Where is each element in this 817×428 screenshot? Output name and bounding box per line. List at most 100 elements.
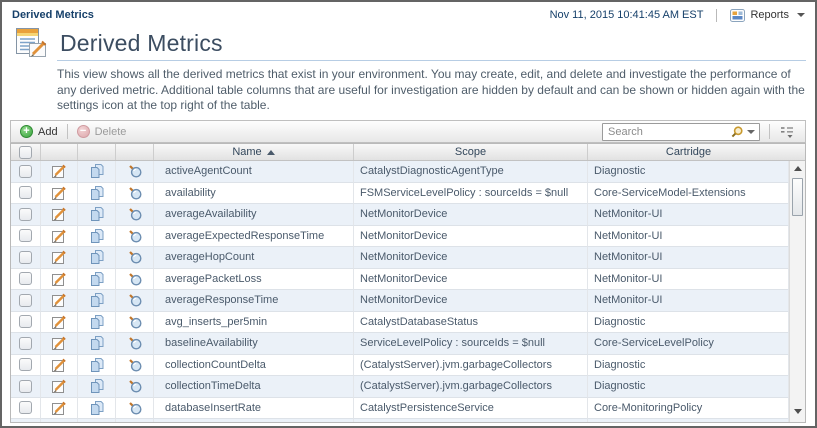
table-row: collectionTimeDelta (CatalystServer).jvm…: [11, 376, 789, 398]
row-checkbox-cell: [11, 419, 41, 422]
column-label: Cartridge: [666, 146, 711, 158]
row-checkbox[interactable]: [19, 401, 32, 414]
cell-scope: CatalystDatabaseStatus: [354, 312, 588, 334]
table-row: [11, 419, 789, 422]
cell-scope: ServiceLevelPolicy : sourceIds = $null: [354, 333, 588, 355]
view-magnifier-icon: [127, 249, 143, 265]
delete-button[interactable]: − Delete: [77, 125, 127, 138]
scrollbar-thumb[interactable]: [792, 178, 803, 216]
row-checkbox[interactable]: [19, 208, 32, 221]
cell-cartridge: Diagnostic: [588, 312, 789, 334]
column-header-scope[interactable]: Scope: [354, 144, 588, 160]
edit-button[interactable]: [41, 226, 78, 248]
view-button[interactable]: [116, 376, 154, 398]
cell-cartridge: NetMonitor-UI: [588, 290, 789, 312]
cell-cartridge: Diagnostic: [588, 161, 789, 183]
edit-pencil-icon: [51, 206, 67, 222]
edit-pencil-icon: [51, 228, 67, 244]
row-checkbox-cell: [11, 376, 41, 398]
row-checkbox[interactable]: [19, 251, 32, 264]
copy-button[interactable]: [78, 290, 116, 312]
view-button[interactable]: [116, 269, 154, 291]
cell-scope: NetMonitorDevice: [354, 204, 588, 226]
copy-button[interactable]: [78, 183, 116, 205]
copy-button[interactable]: [78, 398, 116, 420]
copy-pages-icon: [89, 185, 105, 201]
edit-pencil-icon: [51, 163, 67, 179]
reports-button[interactable]: Reports: [730, 9, 805, 22]
scroll-down-icon[interactable]: [794, 409, 802, 414]
edit-button[interactable]: [41, 247, 78, 269]
row-checkbox[interactable]: [19, 337, 32, 350]
scroll-up-icon[interactable]: [794, 166, 802, 171]
search-input[interactable]: [603, 126, 728, 138]
view-magnifier-icon: [127, 228, 143, 244]
copy-button[interactable]: [78, 312, 116, 334]
row-checkbox[interactable]: [19, 186, 32, 199]
derived-metrics-icon: [14, 27, 51, 59]
row-checkbox[interactable]: [19, 229, 32, 242]
copy-button[interactable]: [78, 419, 116, 422]
row-checkbox[interactable]: [19, 165, 32, 178]
reports-label: Reports: [750, 9, 789, 21]
copy-button[interactable]: [78, 355, 116, 377]
edit-button[interactable]: [41, 183, 78, 205]
cell-scope: FSMServiceLevelPolicy : sourceIds = $nul…: [354, 183, 588, 205]
search-options-button[interactable]: [728, 124, 759, 140]
row-checkbox-cell: [11, 183, 41, 205]
copy-button[interactable]: [78, 247, 116, 269]
row-checkbox-cell: [11, 204, 41, 226]
view-button[interactable]: [116, 312, 154, 334]
copy-button[interactable]: [78, 204, 116, 226]
edit-button[interactable]: [41, 398, 78, 420]
table-row: averageHopCount NetMonitorDevice NetMoni…: [11, 247, 789, 269]
view-button[interactable]: [116, 290, 154, 312]
table-settings-button[interactable]: [779, 125, 795, 139]
select-all-checkbox[interactable]: [19, 146, 32, 159]
copy-button[interactable]: [78, 376, 116, 398]
table-row: avg_inserts_per5min CatalystDatabaseStat…: [11, 312, 789, 334]
view-button[interactable]: [116, 355, 154, 377]
view-button[interactable]: [116, 398, 154, 420]
row-checkbox[interactable]: [19, 272, 32, 285]
copy-pages-icon: [89, 292, 105, 308]
title-row: Derived Metrics: [14, 26, 807, 60]
view-button[interactable]: [116, 161, 154, 183]
copy-button[interactable]: [78, 161, 116, 183]
breadcrumb[interactable]: Derived Metrics: [12, 9, 94, 21]
column-header-name[interactable]: Name: [154, 144, 354, 160]
view-button[interactable]: [116, 419, 154, 422]
view-button[interactable]: [116, 226, 154, 248]
edit-button[interactable]: [41, 204, 78, 226]
view-button[interactable]: [116, 204, 154, 226]
edit-button[interactable]: [41, 312, 78, 334]
table-header: Name Scope Cartridge: [11, 144, 789, 161]
copy-pages-icon: [89, 163, 105, 179]
header-checkbox-cell: [11, 144, 41, 160]
row-checkbox[interactable]: [19, 315, 32, 328]
row-checkbox[interactable]: [19, 380, 32, 393]
copy-button[interactable]: [78, 333, 116, 355]
search-box: [602, 123, 760, 141]
row-checkbox[interactable]: [19, 294, 32, 307]
edit-button[interactable]: [41, 333, 78, 355]
row-checkbox[interactable]: [19, 358, 32, 371]
cell-cartridge: NetMonitor-UI: [588, 226, 789, 248]
add-button[interactable]: + Add: [20, 125, 58, 138]
edit-button[interactable]: [41, 161, 78, 183]
view-button[interactable]: [116, 333, 154, 355]
copy-button[interactable]: [78, 269, 116, 291]
edit-pencil-icon: [51, 335, 67, 351]
copy-pages-icon: [89, 357, 105, 373]
vertical-scrollbar[interactable]: [789, 161, 805, 422]
column-header-cartridge[interactable]: Cartridge: [588, 144, 789, 160]
edit-button[interactable]: [41, 269, 78, 291]
edit-button[interactable]: [41, 355, 78, 377]
edit-button[interactable]: [41, 290, 78, 312]
edit-button[interactable]: [41, 376, 78, 398]
copy-button[interactable]: [78, 226, 116, 248]
edit-button[interactable]: [41, 419, 78, 422]
cell-scope: (CatalystServer).jvm.garbageCollectors: [354, 355, 588, 377]
view-button[interactable]: [116, 247, 154, 269]
view-button[interactable]: [116, 183, 154, 205]
